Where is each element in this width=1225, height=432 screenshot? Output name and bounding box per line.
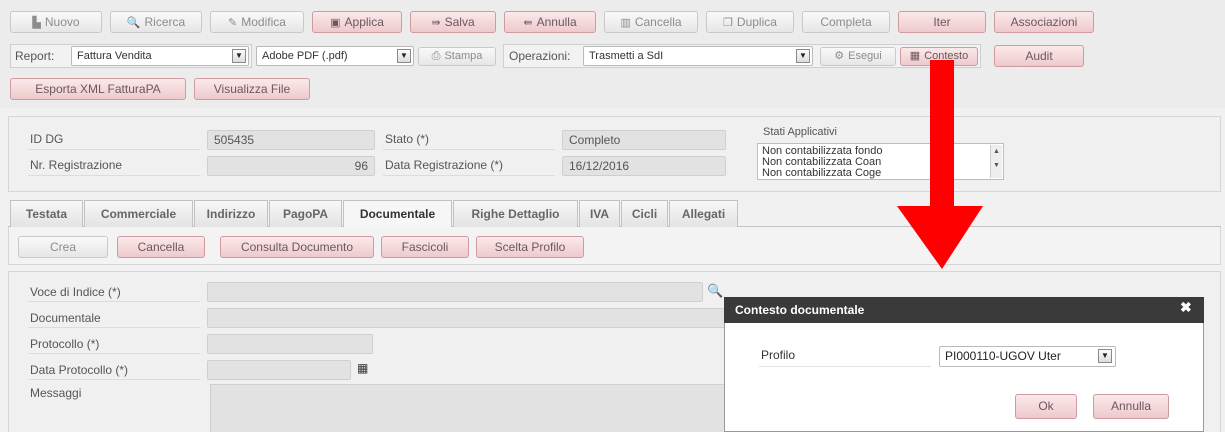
data-protocollo-field[interactable] [207, 360, 351, 380]
nuovo-button[interactable]: ▙ Nuovo [10, 11, 102, 33]
divider [28, 301, 200, 302]
report-label: Report: [15, 49, 55, 63]
id-dg-field: 505435 [207, 130, 375, 150]
tab-cicli[interactable]: Cicli [621, 200, 668, 227]
tab-testata[interactable]: Testata [10, 200, 83, 227]
ricerca-button[interactable]: 🔍 Ricerca [110, 11, 202, 33]
data-registrazione-label: Data Registrazione (*) [385, 158, 504, 172]
profilo-select[interactable]: PI000110-UGOV Uter ▼ [939, 346, 1116, 367]
operazioni-label: Operazioni: [509, 49, 571, 63]
divider [28, 175, 200, 176]
voce-indice-label: Voce di Indice (*) [30, 285, 121, 299]
merge-icon: ⇛ [431, 17, 441, 29]
audit-button[interactable]: Audit [994, 45, 1084, 67]
associazioni-button[interactable]: Associazioni [994, 11, 1094, 33]
divider [28, 379, 200, 380]
chevron-down-icon: ▼ [232, 49, 246, 63]
cancella-doc-button[interactable]: Cancella [117, 236, 205, 258]
format-select[interactable]: Adobe PDF (.pdf) ▼ [256, 46, 414, 66]
stampa-button[interactable]: ⎙ Stampa [418, 47, 496, 66]
consulta-documento-button[interactable]: Consulta Documento [220, 236, 374, 258]
stato-label: Stato (*) [385, 132, 430, 146]
voce-indice-field[interactable] [207, 282, 703, 302]
tab-righe-dettaglio[interactable]: Righe Dettaglio [453, 200, 578, 227]
close-icon[interactable]: ✖ [1180, 299, 1192, 316]
modifica-button[interactable]: ✎ Modifica [210, 11, 304, 33]
trash-icon: ▥ [620, 17, 631, 29]
tab-pagopa[interactable]: PagoPA [269, 200, 342, 227]
tab-indirizzo[interactable]: Indirizzo [194, 200, 268, 227]
ok-button[interactable]: Ok [1015, 394, 1077, 419]
completa-button[interactable]: Completa [802, 11, 890, 33]
stato-field: Completo [562, 130, 726, 150]
tab-documentale[interactable]: Documentale [343, 200, 452, 228]
esporta-xml-button[interactable]: Esporta XML FatturaPA [10, 78, 186, 100]
protocollo-field[interactable] [207, 334, 373, 354]
gear-icon: ⚙ [834, 50, 845, 62]
chevron-down-icon: ▼ [796, 49, 810, 63]
protocollo-label: Protocollo (*) [30, 337, 100, 351]
divider [383, 175, 555, 176]
pencil-icon: ✎ [228, 17, 238, 29]
data-registrazione-field: 16/12/2016 [562, 156, 726, 176]
messaggi-textarea[interactable] [210, 384, 725, 432]
operazioni-select[interactable]: Trasmetti a SdI ▼ [583, 46, 813, 66]
chevron-down-icon: ▼ [1098, 349, 1112, 363]
divider [759, 366, 931, 367]
nr-registrazione-label: Nr. Registrazione [30, 158, 123, 172]
divider [383, 149, 555, 150]
stati-applicativi-label: Stati Applicativi [763, 126, 837, 138]
divider [28, 327, 200, 328]
documentale-field[interactable] [207, 308, 725, 328]
esegui-button[interactable]: ⚙ Esegui [820, 47, 896, 66]
dialog-title: Contesto documentale [724, 297, 1204, 323]
report-select[interactable]: Fattura Vendita ▼ [71, 46, 249, 66]
printer-icon: ⎙ [431, 50, 441, 62]
visualizza-file-button[interactable]: Visualizza File [194, 78, 310, 100]
list-scrollbar[interactable]: ▲ ▼ [990, 145, 1002, 178]
cancella-button[interactable]: ▥ Cancella [604, 11, 698, 33]
dialog-annulla-button[interactable]: Annulla [1093, 394, 1169, 419]
duplica-button[interactable]: ❐ Duplica [706, 11, 794, 33]
applica-button[interactable]: ▣ Applica [312, 11, 402, 33]
tab-iva[interactable]: IVA [579, 200, 620, 227]
crea-button[interactable]: Crea [18, 236, 108, 258]
header-form-panel [8, 116, 1221, 192]
documentale-label: Documentale [30, 311, 101, 325]
tab-commerciale[interactable]: Commerciale [84, 200, 193, 227]
search-icon[interactable]: 🔍 [707, 283, 723, 299]
nr-registrazione-field: 96 [207, 156, 375, 176]
save-icon: ▣ [330, 17, 341, 29]
data-protocollo-label: Data Protocollo (*) [30, 363, 129, 377]
red-arrow-annotation [897, 60, 983, 269]
profilo-label: Profilo [761, 348, 796, 362]
iter-button[interactable]: Iter [898, 11, 986, 33]
cancel-icon: ⇚ [523, 17, 533, 29]
annulla-button[interactable]: ⇚ Annulla [504, 11, 596, 33]
calendar-icon[interactable]: ▦ [357, 361, 368, 375]
tab-allegati[interactable]: Allegati [669, 200, 738, 227]
salva-button[interactable]: ⇛ Salva [410, 11, 496, 33]
divider [28, 353, 200, 354]
divider [28, 149, 200, 150]
fascicoli-button[interactable]: Fascicoli [381, 236, 469, 258]
copy-icon: ❐ [723, 17, 733, 29]
new-doc-icon: ▙ [32, 17, 41, 29]
chevron-down-icon: ▼ [397, 49, 411, 63]
search-icon: 🔍 [126, 17, 141, 29]
messaggi-label: Messaggi [30, 386, 82, 400]
id-dg-label: ID DG [30, 132, 64, 146]
scelta-profilo-button[interactable]: Scelta Profilo [476, 236, 584, 258]
